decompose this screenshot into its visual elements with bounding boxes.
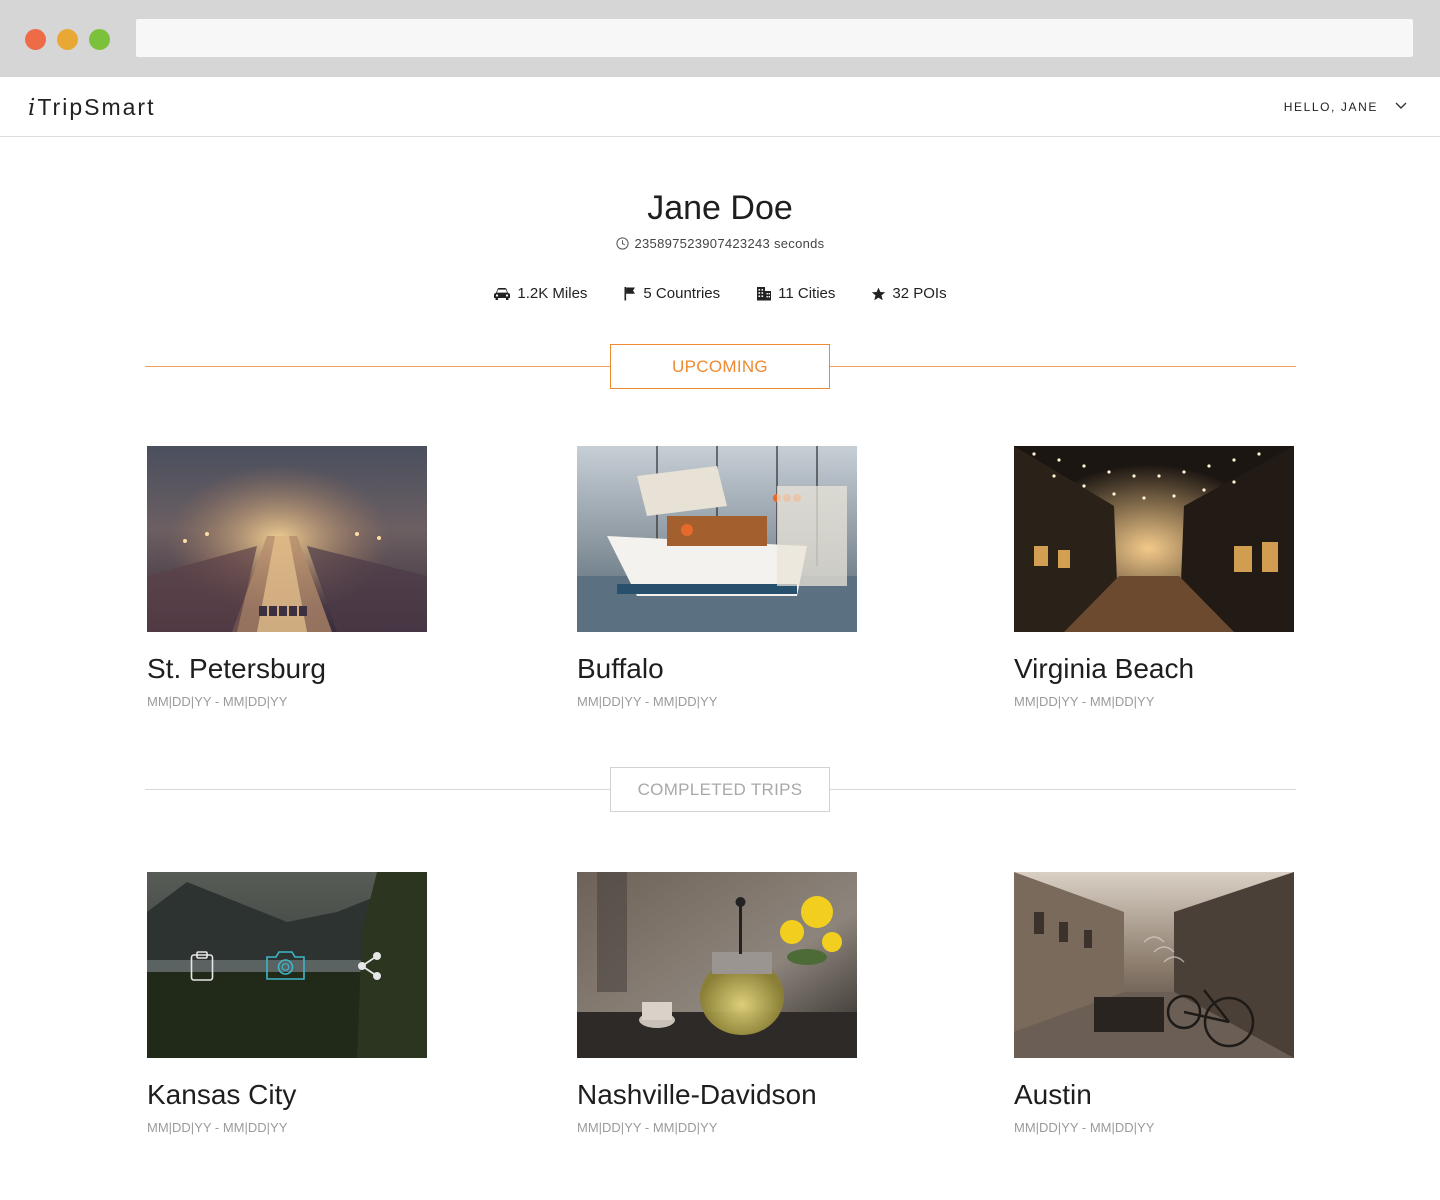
stats-bar: 1.2K Miles 5 Countries 11 Cities 32 POIs	[0, 285, 1440, 302]
trip-photo-st-petersburg[interactable]	[147, 446, 427, 632]
trip-photo-virginia-beach[interactable]	[1014, 446, 1294, 632]
star-icon	[872, 287, 886, 300]
window-close-button[interactable]	[25, 29, 46, 50]
trip-photo-kansas-city[interactable]	[147, 872, 427, 1058]
stat-cities: 11 Cities	[756, 285, 835, 302]
address-bar[interactable]	[136, 19, 1413, 57]
app-logo[interactable]: iTripSmart	[28, 94, 155, 121]
chevron-down-icon[interactable]	[1394, 101, 1408, 111]
upcoming-section-label[interactable]: UPCOMING	[610, 344, 830, 389]
logo-smart: Smart	[84, 94, 156, 120]
window-minimize-button[interactable]	[57, 29, 78, 50]
camera-icon[interactable]	[265, 950, 306, 981]
stat-countries: 5 Countries	[623, 285, 720, 302]
car-icon	[494, 287, 511, 300]
trip-photo-austin[interactable]	[1014, 872, 1294, 1058]
trip-name[interactable]: Buffalo	[577, 653, 664, 685]
trip-dates: MM|DD|YY - MM|DD|YY	[1014, 694, 1155, 709]
stat-pois: 32 POIs	[871, 285, 947, 302]
share-icon[interactable]	[356, 951, 384, 981]
top-nav: iTripSmart HELLO, JANE	[0, 77, 1440, 137]
trip-photo-nashville-davidson[interactable]	[577, 872, 857, 1058]
stat-miles: 1.2K Miles	[493, 285, 587, 302]
trip-dates: MM|DD|YY - MM|DD|YY	[147, 1120, 288, 1135]
stat-miles-label: 1.2K Miles	[517, 285, 588, 302]
trip-name[interactable]: Austin	[1014, 1079, 1092, 1111]
trip-name[interactable]: Virginia Beach	[1014, 653, 1194, 685]
stat-pois-label: 32 POIs	[892, 285, 947, 302]
stat-countries-label: 5 Countries	[643, 285, 721, 302]
travel-duration: 235897523907423243 seconds	[0, 236, 1440, 251]
trip-name[interactable]: Nashville-Davidson	[577, 1079, 817, 1111]
browser-chrome	[0, 0, 1440, 77]
flag-icon	[624, 287, 636, 301]
logo-trip: Trip	[37, 94, 85, 120]
buildings-icon	[757, 287, 772, 301]
stat-cities-label: 11 Cities	[778, 285, 836, 302]
completed-section-label[interactable]: COMPLETED TRIPS	[610, 767, 830, 812]
clock-icon	[615, 237, 629, 250]
trip-actions-overlay	[147, 872, 427, 1058]
logo-i: i	[28, 95, 36, 121]
trip-dates: MM|DD|YY - MM|DD|YY	[147, 694, 288, 709]
trip-name[interactable]: St. Petersburg	[147, 653, 326, 685]
trip-dates: MM|DD|YY - MM|DD|YY	[1014, 1120, 1155, 1135]
user-greeting[interactable]: HELLO, JANE	[1284, 100, 1378, 114]
clipboard-icon[interactable]	[190, 951, 214, 981]
trip-dates: MM|DD|YY - MM|DD|YY	[577, 1120, 718, 1135]
trip-photo-buffalo[interactable]	[577, 446, 857, 632]
trip-name[interactable]: Kansas City	[147, 1079, 296, 1111]
profile-name: Jane Doe	[647, 189, 793, 227]
duration-text: 235897523907423243 seconds	[634, 236, 825, 251]
window-maximize-button[interactable]	[89, 29, 110, 50]
trip-dates: MM|DD|YY - MM|DD|YY	[577, 694, 718, 709]
